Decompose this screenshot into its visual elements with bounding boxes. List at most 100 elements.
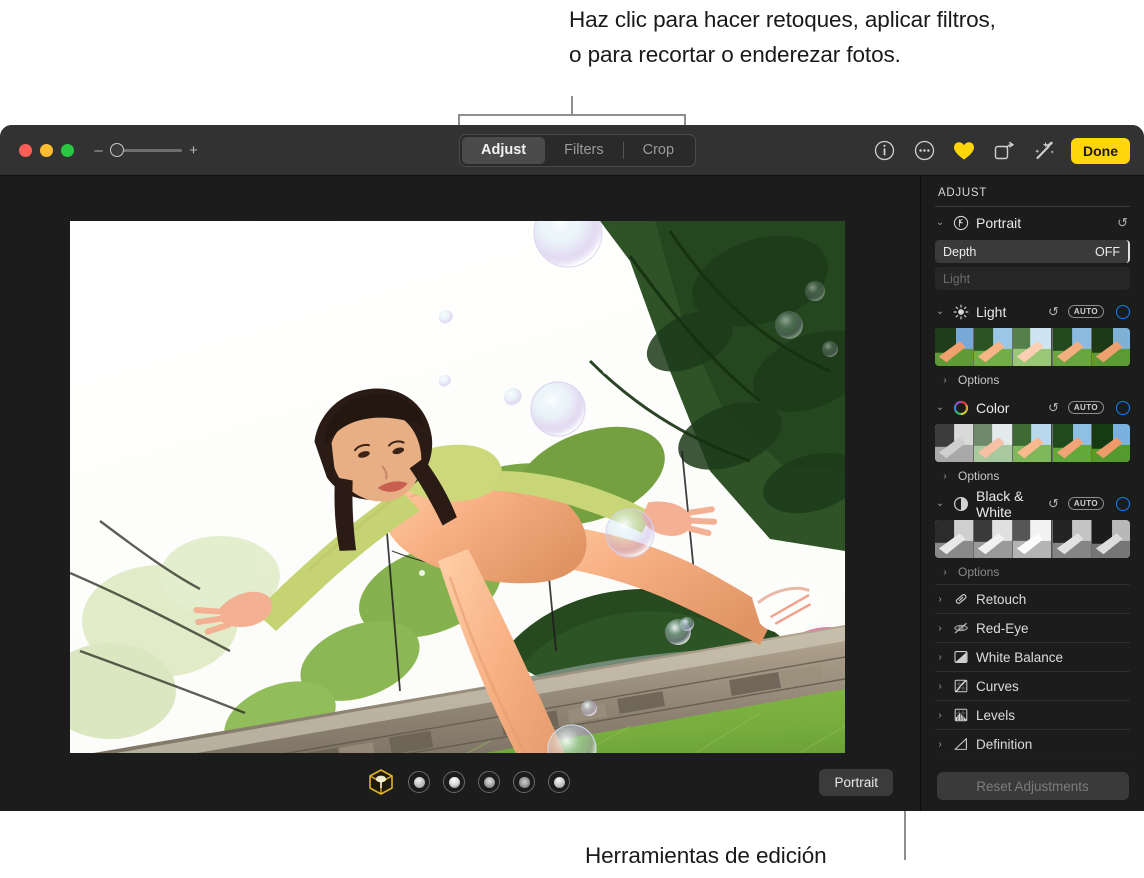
chevron-right-icon[interactable]: ›: [935, 594, 945, 605]
light-preview-strip[interactable]: [935, 328, 1130, 366]
bw-enable-toggle[interactable]: [1116, 496, 1130, 511]
color-preview-thumb[interactable]: [1090, 424, 1130, 462]
edit-mode-segmented-control[interactable]: Adjust Filters Crop: [459, 134, 697, 167]
bw-preview-thumb[interactable]: [1090, 520, 1130, 558]
natural-light-cube-icon[interactable]: [367, 768, 395, 796]
sidebar-item-definition[interactable]: › Definition: [935, 729, 1130, 758]
chevron-down-icon[interactable]: ⌄: [935, 217, 945, 228]
minimize-button-icon[interactable]: [40, 143, 53, 157]
photo-preview[interactable]: [70, 221, 845, 806]
section-color[interactable]: ⌄ Color ↺ AUTO: [935, 392, 1130, 423]
bw-preview-thumb[interactable]: [1051, 520, 1091, 558]
zoom-slider-control[interactable]: – +: [94, 143, 198, 158]
leader-line-right-stem: [904, 810, 906, 860]
brightness-icon: [952, 303, 969, 320]
chevron-right-icon[interactable]: ›: [940, 375, 950, 386]
color-enable-toggle[interactable]: [1116, 400, 1130, 415]
section-portrait[interactable]: ⌄ Portrait ↺: [935, 207, 1130, 238]
chevron-right-icon[interactable]: ›: [940, 567, 950, 578]
studio-light-icon[interactable]: [408, 771, 430, 793]
more-options-icon[interactable]: [911, 138, 937, 164]
bw-preview-strip[interactable]: [935, 520, 1130, 558]
high-key-light-mono-icon[interactable]: [548, 771, 570, 793]
sidebar-item-label: Red-Eye: [976, 620, 1029, 636]
reset-bw-icon[interactable]: ↺: [1048, 496, 1059, 512]
reset-color-icon[interactable]: ↺: [1048, 400, 1059, 416]
color-preview-thumb[interactable]: [1012, 424, 1052, 462]
curves-icon: [952, 678, 969, 695]
tab-adjust[interactable]: Adjust: [462, 137, 546, 164]
white-balance-icon: [952, 649, 969, 666]
adjust-sidebar-scroll[interactable]: ADJUST ⌄ Portrait ↺ Depth OFF Light ⌄ Li…: [921, 176, 1144, 761]
auto-light-button[interactable]: AUTO: [1067, 304, 1104, 319]
bw-options-row[interactable]: › Options: [935, 560, 1130, 584]
color-preview-thumb[interactable]: [935, 424, 974, 462]
depth-label: Depth: [943, 244, 977, 259]
portrait-mode-button[interactable]: Portrait: [819, 768, 893, 796]
chevron-right-icon[interactable]: ›: [935, 623, 945, 634]
reset-light-icon[interactable]: ↺: [1048, 304, 1059, 320]
sidebar-item-selective-color[interactable]: › Selective Color: [935, 758, 1130, 761]
bw-options-label: Options: [958, 565, 1000, 579]
section-black-and-white[interactable]: ⌄ Black & White ↺ AUTO: [935, 488, 1130, 520]
zoom-button-icon[interactable]: [61, 143, 74, 157]
adjust-sidebar: ADJUST ⌄ Portrait ↺ Depth OFF Light ⌄ Li…: [920, 176, 1144, 811]
chevron-right-icon[interactable]: ›: [935, 652, 945, 663]
light-preview-thumb[interactable]: [1090, 328, 1130, 366]
tab-crop[interactable]: Crop: [624, 137, 693, 164]
chevron-right-icon[interactable]: ›: [940, 471, 950, 482]
chevron-down-icon[interactable]: ⌄: [935, 498, 945, 509]
depth-value: OFF: [1095, 244, 1120, 259]
light-preview-thumb[interactable]: [1051, 328, 1091, 366]
done-button[interactable]: Done: [1071, 137, 1130, 164]
auto-enhance-icon[interactable]: [1031, 138, 1057, 164]
auto-bw-button[interactable]: AUTO: [1067, 496, 1104, 511]
high-key-dot: [553, 776, 565, 788]
photo-canvas-area: Portrait: [0, 176, 920, 811]
zoom-in-icon[interactable]: +: [189, 143, 198, 158]
light-preview-thumb[interactable]: [973, 328, 1013, 366]
chevron-right-icon[interactable]: ›: [935, 710, 945, 721]
rotate-icon[interactable]: [991, 138, 1017, 164]
light-preview-thumb[interactable]: [1012, 328, 1052, 366]
color-options-row[interactable]: › Options: [935, 464, 1130, 488]
light-preview-thumb[interactable]: [935, 328, 974, 366]
light-enable-toggle[interactable]: [1116, 304, 1130, 319]
sidebar-item-levels[interactable]: › Levels: [935, 700, 1130, 729]
sidebar-item-white-balance[interactable]: › White Balance: [935, 642, 1130, 671]
favorite-heart-icon[interactable]: [951, 138, 977, 164]
zoom-slider-knob[interactable]: [110, 143, 124, 157]
stage-light-icon[interactable]: [478, 771, 500, 793]
reset-portrait-icon[interactable]: ↺: [1117, 215, 1128, 231]
light-options-label: Options: [958, 373, 1000, 387]
bw-preview-thumb[interactable]: [1012, 520, 1052, 558]
portrait-light-row[interactable]: Light: [935, 267, 1130, 290]
stage-light-mono-icon[interactable]: [513, 771, 535, 793]
zoom-out-icon[interactable]: –: [94, 143, 103, 158]
sidebar-item-red-eye[interactable]: › Red-Eye: [935, 613, 1130, 642]
color-preview-thumb[interactable]: [1051, 424, 1091, 462]
bw-preview-thumb[interactable]: [935, 520, 974, 558]
section-light[interactable]: ⌄ Light ↺ AUTO: [935, 296, 1130, 327]
light-options-row[interactable]: › Options: [935, 368, 1130, 392]
sidebar-item-curves[interactable]: › Curves: [935, 671, 1130, 700]
contour-light-icon[interactable]: [443, 771, 465, 793]
close-button-icon[interactable]: [19, 143, 32, 157]
retouch-bandage-icon: [952, 591, 969, 608]
lighting-effects-row: [367, 768, 570, 796]
chevron-right-icon[interactable]: ›: [935, 739, 945, 750]
chevron-right-icon[interactable]: ›: [935, 681, 945, 692]
auto-color-button[interactable]: AUTO: [1067, 400, 1104, 415]
zoom-slider[interactable]: [110, 143, 182, 157]
info-icon[interactable]: [871, 138, 897, 164]
bw-preview-thumb[interactable]: [973, 520, 1013, 558]
reset-adjustments-button[interactable]: Reset Adjustments: [936, 772, 1129, 800]
chevron-down-icon[interactable]: ⌄: [935, 306, 945, 317]
tab-filters[interactable]: Filters: [545, 137, 622, 164]
chevron-down-icon[interactable]: ⌄: [935, 402, 945, 413]
portrait-lighting-bar: Portrait: [0, 753, 920, 811]
depth-slider-row[interactable]: Depth OFF: [935, 240, 1130, 263]
color-preview-thumb[interactable]: [973, 424, 1013, 462]
sidebar-item-retouch[interactable]: › Retouch: [935, 584, 1130, 613]
color-preview-strip[interactable]: [935, 424, 1130, 462]
